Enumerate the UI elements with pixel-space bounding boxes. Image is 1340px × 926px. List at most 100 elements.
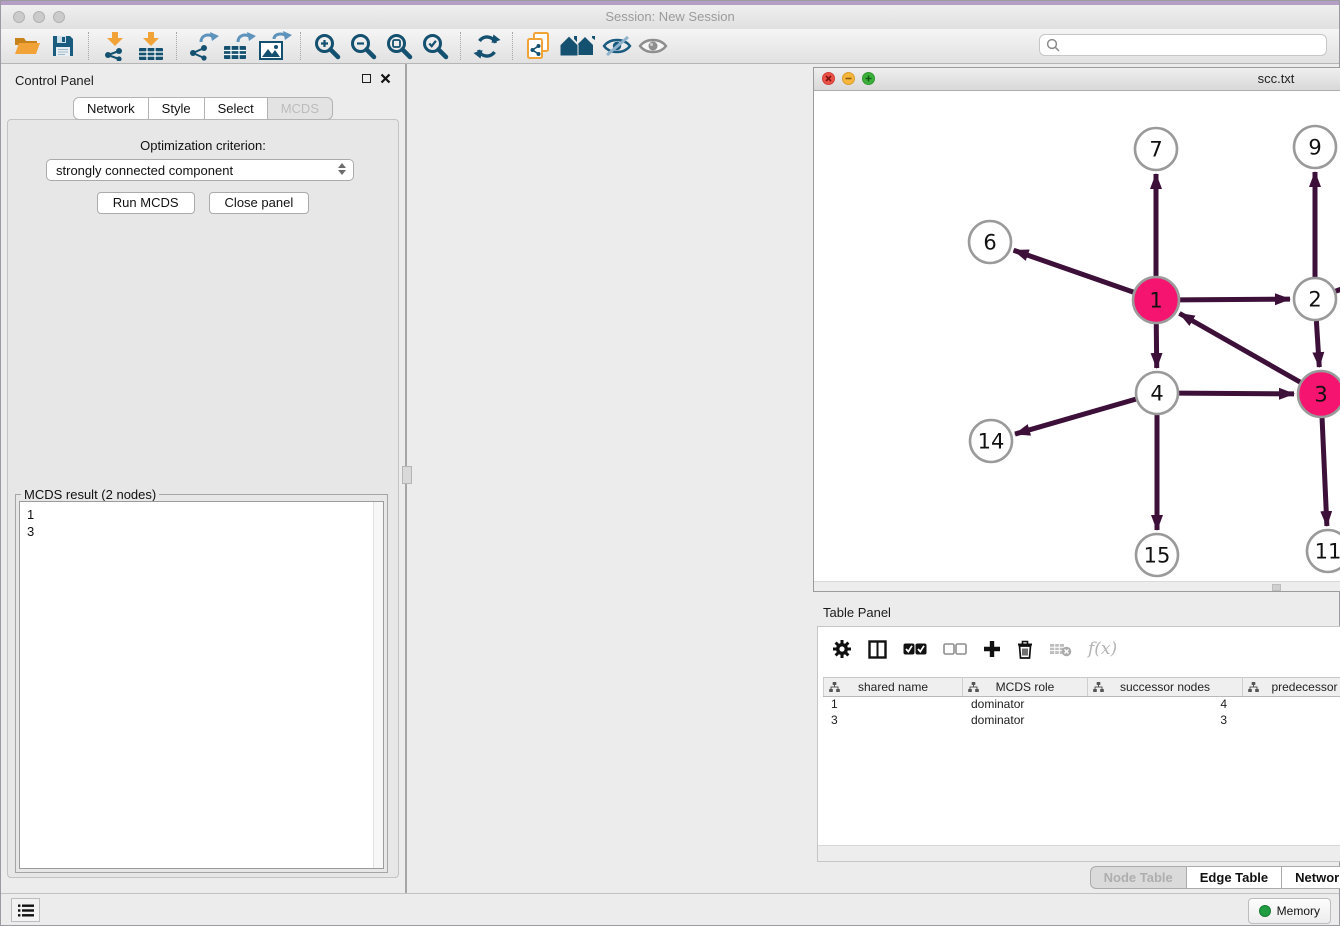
memory-button[interactable]: Memory — [1248, 898, 1331, 924]
refresh-icon — [473, 33, 501, 60]
column-header-successor-nodes[interactable]: successor nodes — [1088, 678, 1243, 696]
toolbar-separator — [300, 32, 302, 60]
tab-network[interactable]: Network — [73, 97, 149, 120]
export-table-button[interactable] — [221, 31, 257, 62]
task-history-button[interactable] — [11, 898, 40, 922]
clone-network-button[interactable] — [521, 31, 557, 62]
edge-3-1[interactable] — [1179, 313, 1300, 382]
show-all-button[interactable] — [635, 31, 671, 62]
zoom-fit-button[interactable] — [381, 31, 417, 62]
graph-node-11[interactable]: 11 — [1307, 530, 1340, 572]
criterion-dropdown[interactable]: strongly connected component — [46, 159, 354, 181]
graph-node-4[interactable]: 4 — [1136, 372, 1178, 414]
delete-table-icon — [1049, 641, 1072, 657]
export-image-button[interactable] — [257, 31, 293, 62]
plus-icon — [983, 640, 1001, 658]
search-box[interactable] — [1039, 34, 1327, 56]
node-label: 3 — [1314, 383, 1327, 407]
column-label: successor nodes — [1120, 680, 1210, 694]
column-label: predecessor nodes — [1271, 680, 1340, 694]
delete-column-button[interactable] — [1017, 634, 1033, 664]
edge-1-6[interactable] — [1014, 250, 1134, 292]
deselect-all-rows-button[interactable] — [943, 634, 967, 664]
function-builder-button-disabled[interactable]: f(x) — [1088, 634, 1117, 664]
export-image-icon — [258, 31, 292, 61]
run-mcds-button[interactable]: Run MCDS — [97, 192, 195, 214]
toolbar-separator — [460, 32, 462, 60]
main-toolbar — [1, 29, 1339, 64]
float-panel-icon[interactable] — [362, 74, 371, 83]
cell-successor-nodes: 4 — [1088, 696, 1243, 712]
tab-style[interactable]: Style — [149, 97, 205, 120]
import-table-button[interactable] — [133, 31, 169, 62]
zoom-out-button[interactable] — [345, 31, 381, 62]
zoom-fit-icon — [385, 32, 413, 60]
network-graph: 7968124314101511 — [814, 91, 1340, 583]
create-column-button[interactable] — [983, 634, 1001, 664]
graph-node-3[interactable]: 3 — [1298, 371, 1340, 417]
edge-1-2[interactable] — [1180, 299, 1290, 300]
columns-icon — [868, 640, 887, 659]
close-panel-icon[interactable] — [380, 73, 391, 84]
column-header-predecessor-nodes[interactable]: predecessor nodes — [1243, 678, 1340, 696]
network-window-titlebar[interactable]: scc.txt — [814, 68, 1340, 91]
tab-network-table[interactable]: Network Table — [1282, 866, 1340, 889]
result-scrollbar[interactable] — [373, 502, 383, 868]
edge-4-3[interactable] — [1179, 393, 1294, 394]
table-body: 1dominator4113dominator323 — [823, 696, 1340, 728]
table-row[interactable]: 1dominator411 — [823, 696, 1340, 712]
table-row[interactable]: 3dominator323 — [823, 712, 1340, 728]
refresh-button[interactable] — [469, 31, 505, 62]
tab-mcds[interactable]: MCDS — [268, 97, 333, 120]
workspace-area: scc.txt 7968124314101511 Table Panel — [405, 64, 1339, 894]
hide-selected-button[interactable] — [599, 31, 635, 62]
close-panel-button[interactable]: Close panel — [209, 192, 310, 214]
graph-node-6[interactable]: 6 — [969, 221, 1011, 263]
graph-node-15[interactable]: 15 — [1136, 534, 1178, 576]
import-network-button[interactable] — [97, 31, 133, 62]
network-view-window: scc.txt 7968124314101511 — [813, 67, 1340, 592]
graph-node-9[interactable]: 9 — [1294, 126, 1336, 168]
delete-table-button-disabled[interactable] — [1049, 634, 1072, 664]
control-panel-title: Control Panel — [15, 73, 94, 88]
tab-edge-table[interactable]: Edge Table — [1187, 866, 1282, 889]
column-header-mcds-role[interactable]: MCDS role — [963, 678, 1088, 696]
zoom-selected-button[interactable] — [417, 31, 453, 62]
home-layout-button[interactable] — [557, 31, 599, 62]
graph-node-1[interactable]: 1 — [1133, 277, 1179, 323]
select-all-rows-button[interactable] — [903, 634, 927, 664]
edge-2-8[interactable] — [1336, 240, 1340, 291]
tab-node-table[interactable]: Node Table — [1090, 866, 1187, 889]
table-settings-button[interactable] — [832, 634, 852, 664]
checked-boxes-icon — [903, 643, 927, 655]
graph-node-7[interactable]: 7 — [1135, 128, 1177, 170]
open-session-button[interactable] — [9, 31, 45, 62]
table-horizontal-scrollbar[interactable] — [818, 845, 1340, 861]
column-header-shared-name[interactable]: shared name — [823, 678, 963, 696]
show-column-panel-button[interactable] — [868, 634, 887, 664]
search-input[interactable] — [1060, 37, 1326, 53]
cell-mcds-role: dominator — [963, 712, 1088, 728]
edge-4-14[interactable] — [1015, 399, 1136, 434]
network-window-title: scc.txt — [814, 71, 1340, 86]
export-network-button[interactable] — [185, 31, 221, 62]
mcds-result-area[interactable]: 1 3 — [19, 501, 384, 869]
open-folder-icon — [13, 34, 41, 58]
graph-node-2[interactable]: 2 — [1294, 278, 1336, 320]
eye-icon — [638, 35, 668, 57]
cell-shared-name: 3 — [823, 712, 963, 728]
node-label: 9 — [1308, 136, 1321, 160]
network-window-bottom-edge — [814, 581, 1340, 591]
network-canvas[interactable]: 7968124314101511 — [814, 91, 1340, 581]
tab-select[interactable]: Select — [205, 97, 268, 120]
cell-successor-nodes: 3 — [1088, 712, 1243, 728]
edge-3-11[interactable] — [1322, 418, 1327, 526]
resize-grip[interactable] — [1272, 584, 1281, 591]
node-label: 11 — [1315, 540, 1340, 564]
save-session-button[interactable] — [45, 31, 81, 62]
zoom-in-button[interactable] — [309, 31, 345, 62]
save-floppy-icon — [51, 34, 75, 58]
graph-node-14[interactable]: 14 — [970, 420, 1012, 462]
cell-predecessor-nodes: 2 — [1243, 712, 1340, 728]
edge-2-3[interactable] — [1316, 321, 1319, 367]
